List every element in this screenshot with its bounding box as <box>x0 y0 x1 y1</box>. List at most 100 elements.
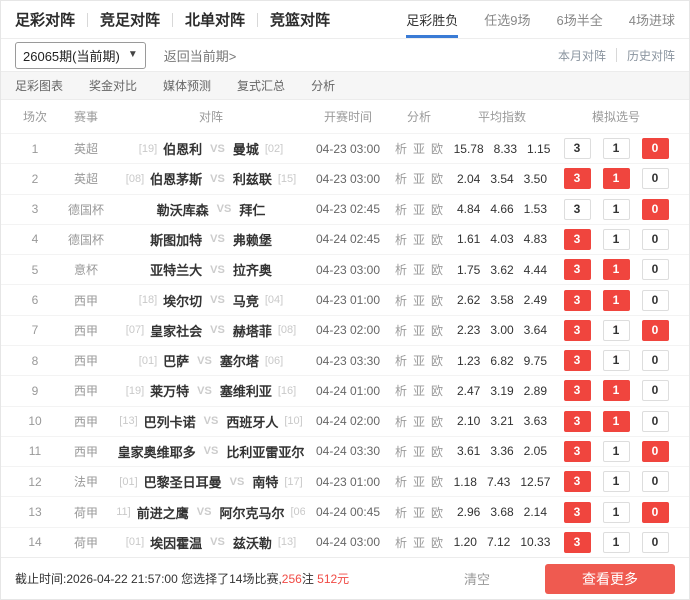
pick-button-1[interactable]: 1 <box>603 350 630 371</box>
analysis-link[interactable]: 析 <box>395 504 407 521</box>
analysis-link[interactable]: 欧 <box>431 413 443 430</box>
sub-tab-media-predict[interactable]: 媒体预测 <box>163 77 211 94</box>
pick-button-1[interactable]: 1 <box>603 441 630 462</box>
pick-button-0[interactable]: 0 <box>642 441 669 462</box>
analysis-link[interactable]: 析 <box>395 534 407 551</box>
analysis-link[interactable]: 析 <box>395 231 407 248</box>
analysis-link[interactable]: 欧 <box>431 443 443 460</box>
pick-button-0[interactable]: 0 <box>642 532 669 553</box>
analysis-link[interactable]: 亚 <box>413 352 425 369</box>
clear-button[interactable]: 清空 <box>464 569 490 588</box>
pick-button-1[interactable]: 1 <box>603 290 630 311</box>
analysis-link[interactable]: 亚 <box>413 443 425 460</box>
analysis-link[interactable]: 欧 <box>431 382 443 399</box>
pick-button-1[interactable]: 1 <box>603 411 630 432</box>
pick-button-0[interactable]: 0 <box>642 290 669 311</box>
analysis-link[interactable]: 亚 <box>413 534 425 551</box>
analysis-link[interactable]: 亚 <box>413 382 425 399</box>
pick-button-3[interactable]: 3 <box>564 138 591 159</box>
analysis-link[interactable]: 欧 <box>431 201 443 218</box>
pick-button-0[interactable]: 0 <box>642 138 669 159</box>
nav-beidan-matchups[interactable]: 北单对阵 <box>185 9 245 30</box>
pick-button-0[interactable]: 0 <box>642 199 669 220</box>
analysis-link[interactable]: 欧 <box>431 140 443 157</box>
pick-button-3[interactable]: 3 <box>564 502 591 523</box>
pick-button-0[interactable]: 0 <box>642 350 669 371</box>
pick-button-3[interactable]: 3 <box>564 411 591 432</box>
analysis-link[interactable]: 欧 <box>431 322 443 339</box>
pick-button-3[interactable]: 3 <box>564 290 591 311</box>
analysis-link[interactable]: 析 <box>395 140 407 157</box>
analysis-link[interactable]: 亚 <box>413 170 425 187</box>
pick-button-3[interactable]: 3 <box>564 532 591 553</box>
analysis-link[interactable]: 欧 <box>431 292 443 309</box>
pick-button-1[interactable]: 1 <box>603 532 630 553</box>
pick-button-1[interactable]: 1 <box>603 502 630 523</box>
analysis-link[interactable]: 欧 <box>431 534 443 551</box>
pick-button-3[interactable]: 3 <box>564 471 591 492</box>
analysis-link[interactable]: 亚 <box>413 261 425 278</box>
back-to-current-link[interactable]: 返回当前期> <box>164 46 237 65</box>
view-more-button[interactable]: 查看更多 <box>545 564 675 594</box>
tab-shengfu[interactable]: 足彩胜负 <box>406 1 458 38</box>
pick-button-3[interactable]: 3 <box>564 441 591 462</box>
pick-button-1[interactable]: 1 <box>603 259 630 280</box>
pick-button-1[interactable]: 1 <box>603 138 630 159</box>
pick-button-3[interactable]: 3 <box>564 320 591 341</box>
nav-jingzu-matchups[interactable]: 竞足对阵 <box>100 9 160 30</box>
nav-jinglan-matchups[interactable]: 竞篮对阵 <box>270 9 330 30</box>
tab-4-goals[interactable]: 4场进球 <box>629 1 675 38</box>
pick-button-1[interactable]: 1 <box>603 320 630 341</box>
sub-tab-analysis[interactable]: 分析 <box>311 77 335 94</box>
month-matchups-link[interactable]: 本月对阵 <box>558 47 606 64</box>
pick-button-3[interactable]: 3 <box>564 350 591 371</box>
sub-tab-prize-compare[interactable]: 奖金对比 <box>89 77 137 94</box>
pick-button-3[interactable]: 3 <box>564 380 591 401</box>
pick-button-3[interactable]: 3 <box>564 199 591 220</box>
analysis-link[interactable]: 析 <box>395 352 407 369</box>
period-select[interactable]: 26065期(当前期) ▼ <box>15 42 146 69</box>
analysis-link[interactable]: 欧 <box>431 231 443 248</box>
analysis-link[interactable]: 析 <box>395 170 407 187</box>
pick-button-0[interactable]: 0 <box>642 411 669 432</box>
analysis-link[interactable]: 析 <box>395 322 407 339</box>
analysis-link[interactable]: 亚 <box>413 473 425 490</box>
analysis-link[interactable]: 析 <box>395 413 407 430</box>
pick-button-0[interactable]: 0 <box>642 471 669 492</box>
analysis-link[interactable]: 析 <box>395 292 407 309</box>
tab-6-half-full[interactable]: 6场半全 <box>557 1 603 38</box>
pick-button-0[interactable]: 0 <box>642 502 669 523</box>
pick-button-3[interactable]: 3 <box>564 259 591 280</box>
analysis-link[interactable]: 欧 <box>431 352 443 369</box>
pick-button-1[interactable]: 1 <box>603 229 630 250</box>
pick-button-0[interactable]: 0 <box>642 320 669 341</box>
analysis-link[interactable]: 欧 <box>431 504 443 521</box>
analysis-link[interactable]: 亚 <box>413 140 425 157</box>
analysis-link[interactable]: 析 <box>395 201 407 218</box>
analysis-link[interactable]: 欧 <box>431 261 443 278</box>
pick-button-0[interactable]: 0 <box>642 259 669 280</box>
analysis-link[interactable]: 析 <box>395 261 407 278</box>
analysis-link[interactable]: 亚 <box>413 322 425 339</box>
pick-button-1[interactable]: 1 <box>603 380 630 401</box>
sub-tab-charts[interactable]: 足彩图表 <box>15 77 63 94</box>
pick-button-0[interactable]: 0 <box>642 229 669 250</box>
pick-button-3[interactable]: 3 <box>564 168 591 189</box>
analysis-link[interactable]: 欧 <box>431 170 443 187</box>
history-matchups-link[interactable]: 历史对阵 <box>627 47 675 64</box>
pick-button-1[interactable]: 1 <box>603 199 630 220</box>
pick-button-3[interactable]: 3 <box>564 229 591 250</box>
analysis-link[interactable]: 亚 <box>413 201 425 218</box>
pick-button-0[interactable]: 0 <box>642 380 669 401</box>
analysis-link[interactable]: 析 <box>395 443 407 460</box>
analysis-link[interactable]: 析 <box>395 382 407 399</box>
analysis-link[interactable]: 亚 <box>413 292 425 309</box>
analysis-link[interactable]: 亚 <box>413 504 425 521</box>
analysis-link[interactable]: 亚 <box>413 413 425 430</box>
analysis-link[interactable]: 亚 <box>413 231 425 248</box>
analysis-link[interactable]: 欧 <box>431 473 443 490</box>
analysis-link[interactable]: 析 <box>395 473 407 490</box>
pick-button-1[interactable]: 1 <box>603 471 630 492</box>
tab-renxuan9[interactable]: 任选9场 <box>484 1 530 38</box>
pick-button-1[interactable]: 1 <box>603 168 630 189</box>
